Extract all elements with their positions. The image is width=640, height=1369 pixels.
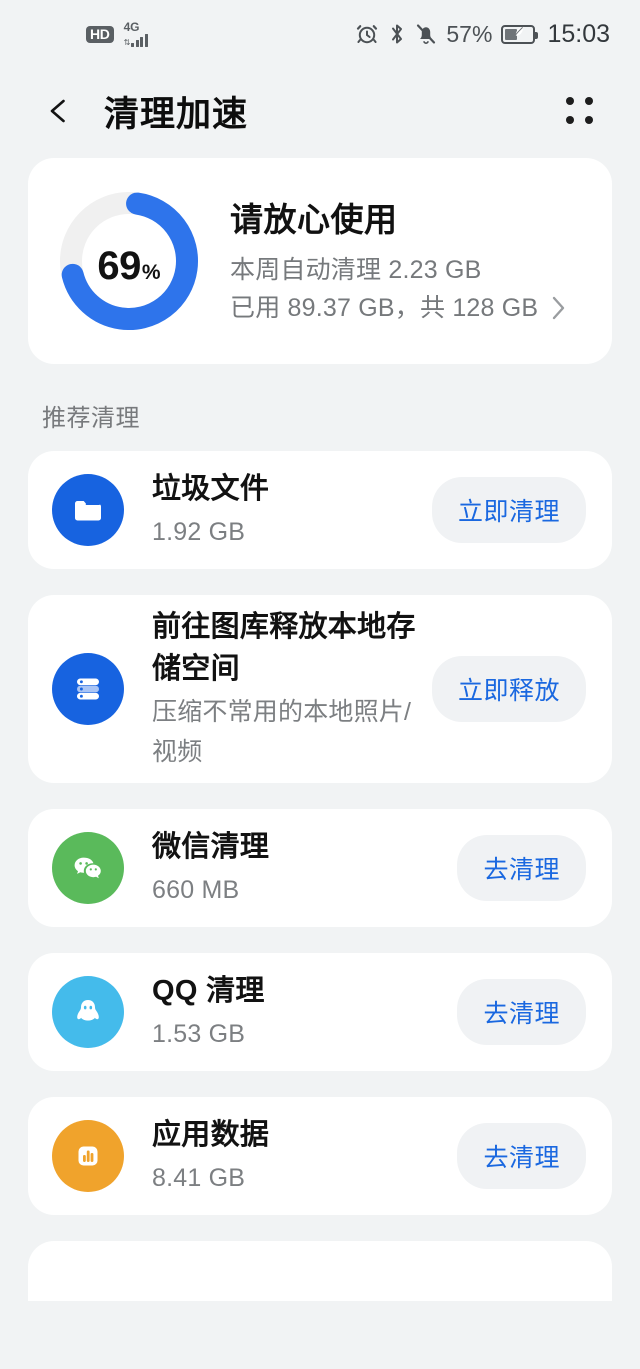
go-clean-button[interactable]: 去清理	[457, 1123, 586, 1189]
list-item-subtitle: 压缩不常用的本地照片/视频	[152, 698, 412, 766]
wechat-icon	[52, 832, 124, 904]
back-arrow-icon[interactable]	[36, 88, 82, 134]
clock-label: 15:03	[547, 19, 610, 48]
go-clean-button[interactable]: 去清理	[457, 979, 586, 1045]
list-item-subtitle: 660 MB	[152, 876, 240, 904]
alarm-icon	[355, 22, 379, 46]
section-label-recommended: 推荐清理	[42, 405, 140, 432]
list-item-wechat-clean[interactable]: 微信清理 660 MB 去清理	[28, 809, 612, 927]
network-type-label: 4G	[123, 19, 140, 34]
list-item-text-block: 应用数据 8.41 GB	[152, 1114, 457, 1198]
summary-auto-clean-text: 本周自动清理 2.23 GB	[230, 256, 482, 284]
list-item-text-block: 微信清理 660 MB	[152, 826, 457, 910]
battery-saver-icon	[501, 24, 539, 44]
list-item-junk-files[interactable]: 垃圾文件 1.92 GB 立即清理	[28, 451, 612, 569]
chevron-right-icon	[550, 294, 568, 322]
summary-title: 请放心使用	[230, 201, 398, 238]
go-clean-button[interactable]: 去清理	[457, 835, 586, 901]
status-bar-left: HD 4G ⇅	[86, 19, 148, 47]
usage-percent: 69 %	[52, 184, 206, 338]
status-bar-right: 57% 15:03	[355, 20, 610, 49]
storage-usage-ring: 69 %	[52, 184, 206, 338]
page-content: 69 % 请放心使用 本周自动清理 2.23 GB 已用 89.37 GB，共 …	[0, 158, 640, 1301]
list-item-text-block: QQ 清理 1.53 GB	[152, 970, 457, 1054]
list-item-text-block: 前往图库释放本地存储空间 压缩不常用的本地照片/视频	[152, 606, 432, 772]
list-item-text-block: 垃圾文件 1.92 GB	[152, 468, 432, 552]
summary-text-block: 请放心使用 本周自动清理 2.23 GB 已用 89.37 GB，共 128 G…	[230, 193, 568, 329]
list-item-subtitle: 1.53 GB	[152, 1020, 246, 1048]
usage-percent-symbol: %	[141, 261, 161, 284]
clean-now-button[interactable]: 立即清理	[431, 477, 586, 543]
list-item-app-data[interactable]: 应用数据 8.41 GB 去清理	[28, 1097, 612, 1215]
list-item-subtitle: 8.41 GB	[152, 1164, 246, 1192]
storage-stack-icon	[52, 653, 124, 725]
list-item-title: 微信清理	[152, 831, 270, 863]
hd-icon: HD	[86, 25, 114, 43]
storage-summary-card[interactable]: 69 % 请放心使用 本周自动清理 2.23 GB 已用 89.37 GB，共 …	[28, 158, 612, 364]
summary-storage-line[interactable]: 已用 89.37 GB，共 128 GB	[230, 289, 568, 327]
list-item-partial-next[interactable]	[28, 1241, 612, 1301]
usage-percent-value: 69	[97, 244, 141, 288]
bluetooth-icon	[388, 22, 406, 46]
network-signal-indicator: 4G ⇅	[123, 19, 148, 47]
list-item-subtitle: 1.92 GB	[152, 518, 246, 546]
list-item-qq-clean[interactable]: QQ 清理 1.53 GB 去清理	[28, 953, 612, 1071]
summary-auto-clean-line: 本周自动清理 2.23 GB	[230, 251, 568, 289]
release-now-button[interactable]: 立即释放	[431, 656, 586, 722]
app-bar: 清理加速	[0, 68, 640, 154]
app-data-chart-icon	[52, 1120, 124, 1192]
battery-percent-label: 57%	[446, 20, 493, 47]
signal-bars-icon: ⇅	[124, 33, 148, 47]
four-dots-menu-icon[interactable]	[558, 89, 602, 133]
page-title: 清理加速	[104, 94, 249, 134]
bell-muted-icon	[415, 22, 437, 46]
list-item-title: 垃圾文件	[152, 473, 270, 505]
summary-storage-text: 已用 89.37 GB，共 128 GB	[230, 294, 539, 322]
qq-penguin-icon	[52, 976, 124, 1048]
list-item-gallery-release[interactable]: 前往图库释放本地存储空间 压缩不常用的本地照片/视频 立即释放	[28, 595, 612, 783]
status-bar: HD 4G ⇅ 57% 15:03	[0, 0, 640, 68]
list-item-title: 前往图库释放本地存储空间	[152, 611, 416, 685]
list-item-title: 应用数据	[152, 1119, 270, 1151]
list-item-title: QQ 清理	[152, 975, 265, 1007]
folder-icon	[52, 474, 124, 546]
